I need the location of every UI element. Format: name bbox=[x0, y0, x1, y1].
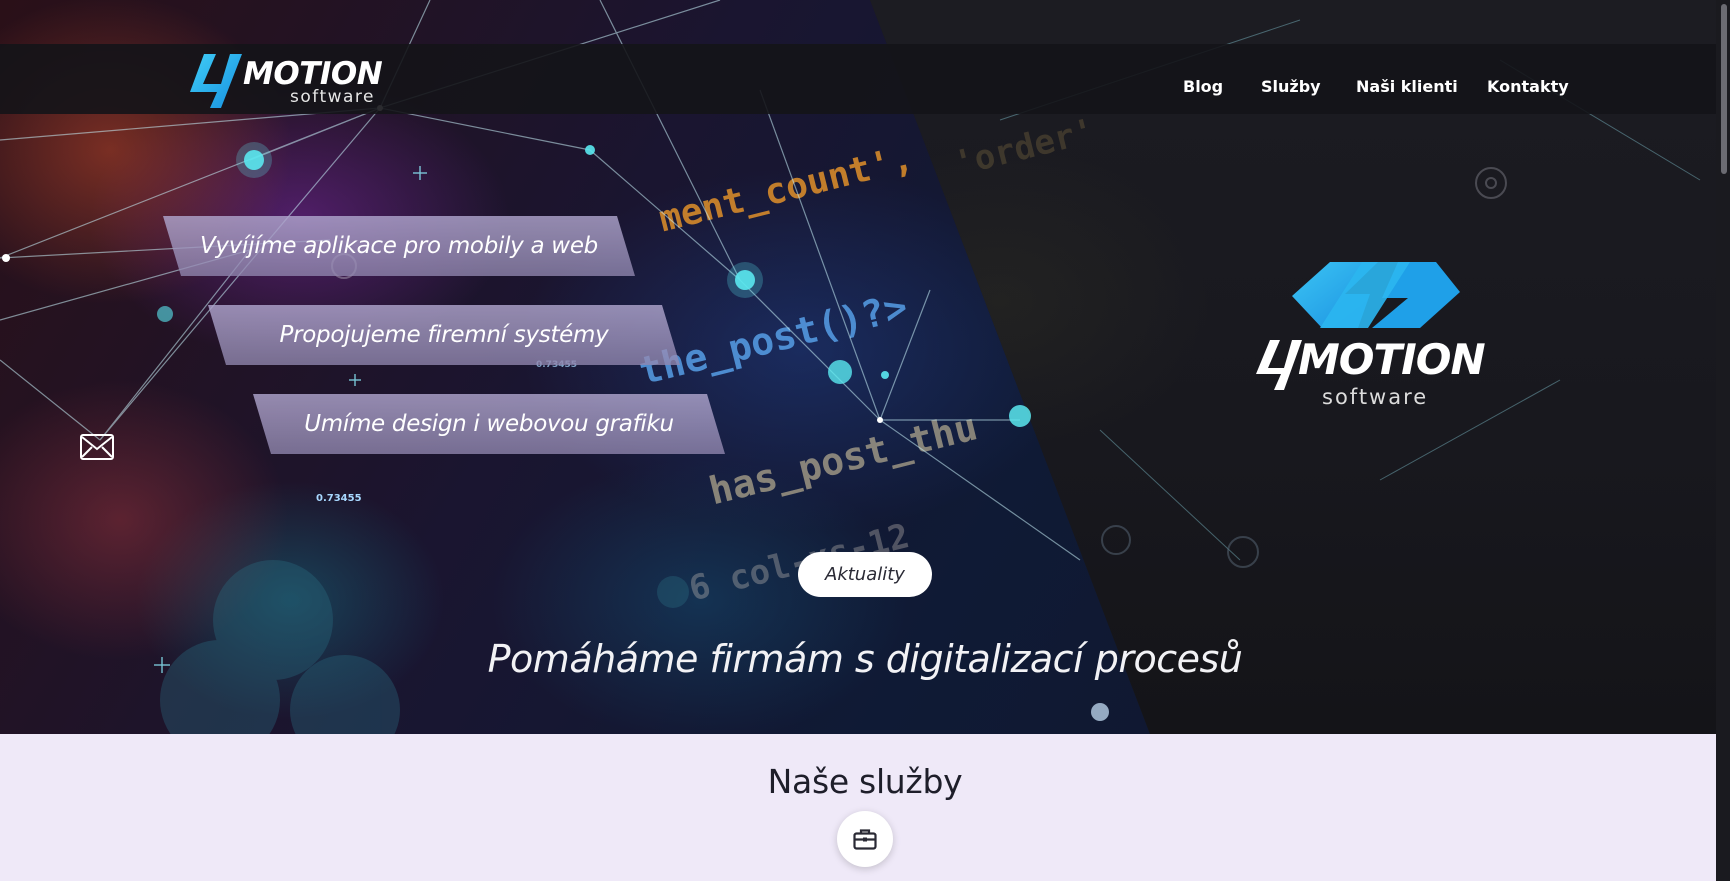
page-scrollbar[interactable] bbox=[1716, 0, 1730, 881]
services-icon-badge bbox=[837, 811, 893, 867]
nav-item-blog[interactable]: Blog bbox=[1183, 77, 1223, 97]
page: ment_count', the_post()?> has_post_thu 6… bbox=[0, 0, 1730, 881]
logo-wordmark: MOTION bbox=[1298, 335, 1486, 384]
services-section: Naše služby bbox=[0, 734, 1730, 881]
slogan-banner-design: Umíme design i webovou grafiku bbox=[253, 394, 725, 454]
slogan-banner-systems: Propojujeme firemní systémy bbox=[208, 305, 680, 365]
scrollbar-thumb[interactable] bbox=[1721, 4, 1727, 174]
news-button[interactable]: Aktuality bbox=[798, 552, 932, 597]
hero-headline: Pomáháme firmám s digitalizací procesů bbox=[487, 637, 1243, 681]
briefcase-icon bbox=[853, 829, 877, 850]
nav-item-contacts[interactable]: Kontakty bbox=[1487, 77, 1569, 97]
services-title: Naše služby bbox=[767, 762, 963, 801]
logo-code-mark-icon bbox=[1292, 262, 1460, 328]
hero-logo: MOTION software bbox=[1250, 258, 1510, 418]
site-header: MOTION software Blog Služby Naši klienti… bbox=[0, 44, 1730, 114]
logo-digit-icon bbox=[1256, 340, 1302, 390]
nav-item-services[interactable]: Služby bbox=[1261, 77, 1321, 97]
at-sign-icon bbox=[1475, 167, 1507, 199]
main-nav: Blog Služby Naši klienti Kontakty bbox=[0, 44, 1730, 114]
logo-tagline: software bbox=[1322, 385, 1429, 409]
mail-icon bbox=[80, 434, 114, 460]
slogan-banner-apps: Vyvíjíme aplikace pro mobily a web bbox=[163, 216, 635, 276]
nav-item-clients[interactable]: Naši klienti bbox=[1356, 77, 1458, 97]
